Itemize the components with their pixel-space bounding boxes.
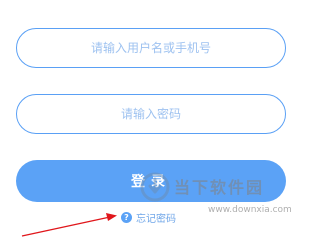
username-field[interactable] <box>16 28 286 68</box>
login-button[interactable]: 登录 <box>16 160 286 202</box>
forgot-password-link[interactable]: ? 忘记密码 <box>121 210 176 225</box>
password-input[interactable] <box>17 94 285 134</box>
username-input[interactable] <box>17 28 285 68</box>
watermark-url: www.downxia.com <box>208 205 292 215</box>
password-field[interactable] <box>16 94 286 134</box>
login-button-label: 登录 <box>131 174 171 190</box>
forgot-password-label: 忘记密码 <box>136 214 176 225</box>
question-icon: ? <box>121 212 132 223</box>
login-screen: 登录 ? 忘记密码 当下软件园 www.downxia.com <box>0 0 311 240</box>
